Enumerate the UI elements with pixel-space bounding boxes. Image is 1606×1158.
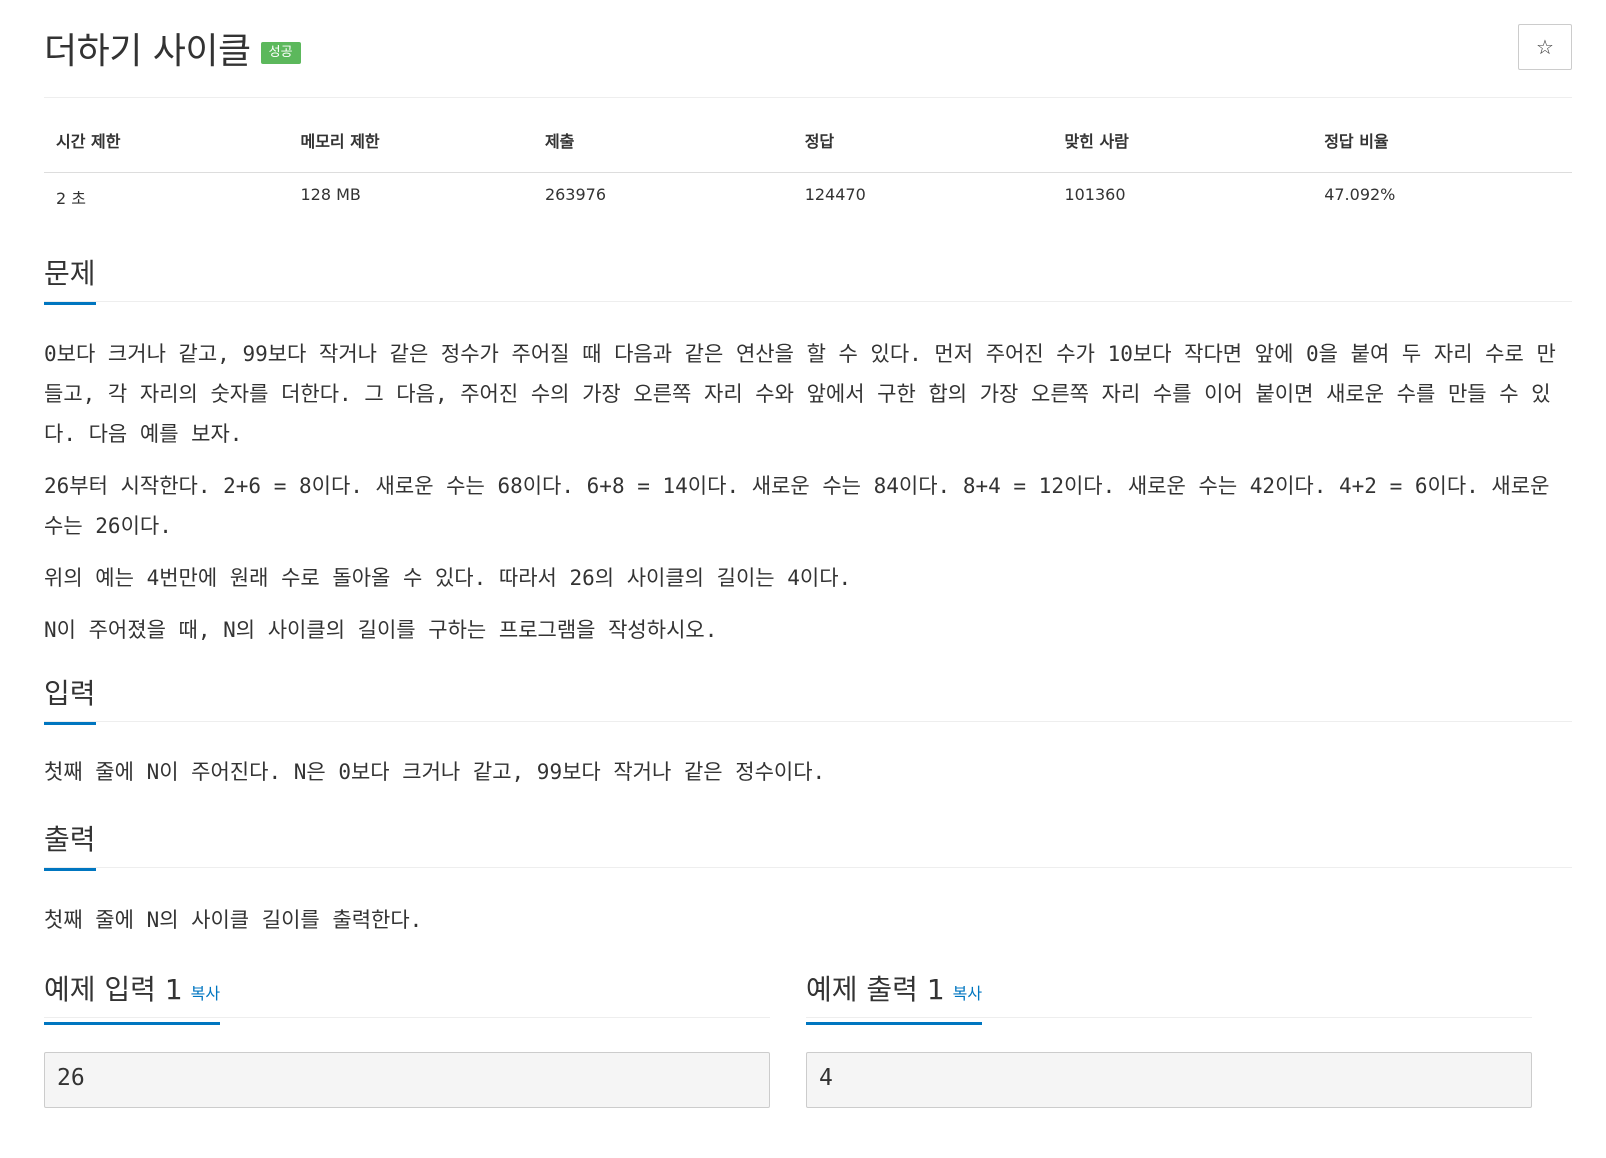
info-memory-limit: 128 MB	[300, 184, 361, 204]
info-ratio: 47.092%	[1324, 184, 1396, 204]
sample-output-box: 4	[806, 1052, 1532, 1108]
description-paragraph: 26부터 시작한다. 2+6 = 8이다. 새로운 수는 68이다. 6+8 =…	[44, 474, 1550, 538]
output-body: 첫째 줄에 N의 사이클 길이를 출력한다.	[44, 900, 1572, 940]
input-description: 첫째 줄에 N이 주어진다. N은 0보다 크거나 같고, 99보다 작거나 같…	[44, 760, 826, 784]
star-button[interactable]: ☆	[1518, 24, 1572, 70]
sample-output-head: 예제 출력 1 복사	[806, 972, 1532, 1025]
sample-output-title-text: 예제 출력 1	[806, 973, 945, 1006]
info-header-ratio: 정답 비율	[1312, 128, 1572, 173]
description-body: 0보다 크거나 같고, 99보다 작거나 같은 정수가 주어질 때 다음과 같은…	[44, 334, 1572, 650]
info-header-memory-limit: 메모리 제한	[288, 128, 533, 173]
sample-output-copy-link[interactable]: 복사	[953, 984, 982, 1003]
info-header-submissions: 제출	[532, 128, 793, 173]
info-value-row: 2 초 128 MB 263976 124470 101360 47.092%	[44, 172, 1572, 222]
problem-header: 더하기 사이클 성공 ☆	[44, 0, 1572, 98]
description-section: 문제 0보다 크거나 같고, 99보다 작거나 같은 정수가 주어질 때 다음과…	[44, 256, 1572, 662]
star-icon: ☆	[1536, 36, 1554, 59]
sample-input-copy-link[interactable]: 복사	[191, 984, 220, 1003]
sample-input-title: 예제 입력 1 복사	[44, 972, 221, 1025]
input-section: 입력 첫째 줄에 N이 주어진다. N은 0보다 크거나 같고, 99보다 작거…	[44, 676, 1572, 804]
description-paragraph: 0보다 크거나 같고, 99보다 작거나 같은 정수가 주어질 때 다음과 같은…	[44, 342, 1556, 446]
output-head: 출력	[44, 822, 1572, 871]
sample-input-box: 26	[44, 1052, 770, 1108]
info-solvers: 101360	[1064, 184, 1126, 204]
input-head: 입력	[44, 676, 1572, 725]
input-body: 첫째 줄에 N이 주어진다. N은 0보다 크거나 같고, 99보다 작거나 같…	[44, 752, 1572, 792]
problem-info-table: 시간 제한 메모리 제한 제출 정답 맞힌 사람 정답 비율 2 초 128 M…	[44, 128, 1572, 222]
title-wrap: 더하기 사이클 성공	[44, 22, 301, 74]
sample-output-section: 예제 출력 1 복사 4	[806, 972, 1532, 1108]
description-paragraph: N이 주어졌을 때, N의 사이클의 길이를 구하는 프로그램을 작성하시오.	[44, 618, 718, 642]
info-accepted: 124470	[804, 184, 866, 204]
sample-input-section: 예제 입력 1 복사 26	[44, 972, 770, 1108]
input-title: 입력	[44, 676, 96, 725]
description-paragraph: 위의 예는 4번만에 원래 수로 돌아올 수 있다. 따라서 26의 사이클의 …	[44, 566, 852, 590]
description-title: 문제	[44, 256, 96, 305]
sample-input-head: 예제 입력 1 복사	[44, 972, 770, 1025]
sample-output-title: 예제 출력 1 복사	[806, 972, 983, 1025]
output-description: 첫째 줄에 N의 사이클 길이를 출력한다.	[44, 908, 423, 932]
sample-input-title-text: 예제 입력 1	[44, 973, 183, 1006]
info-submissions: 263976	[544, 184, 607, 204]
status-badge: 성공	[260, 42, 301, 64]
output-title: 출력	[44, 822, 96, 871]
problem-page: 더하기 사이클 성공 ☆ 시간 제한 메모리 제한 제출 정답 맞힌 사람 정답…	[44, 0, 1572, 1108]
info-header-solvers: 맞힌 사람	[1052, 128, 1313, 173]
info-header-row: 시간 제한 메모리 제한 제출 정답 맞힌 사람 정답 비율	[44, 128, 1572, 173]
problem-title: 더하기 사이클	[44, 31, 251, 72]
info-header-accepted: 정답	[792, 128, 1053, 173]
info-header-time-limit: 시간 제한	[44, 128, 289, 173]
description-head: 문제	[44, 256, 1572, 305]
info-time-limit: 2 초	[56, 188, 86, 208]
output-section: 출력 첫째 줄에 N의 사이클 길이를 출력한다.	[44, 822, 1572, 952]
